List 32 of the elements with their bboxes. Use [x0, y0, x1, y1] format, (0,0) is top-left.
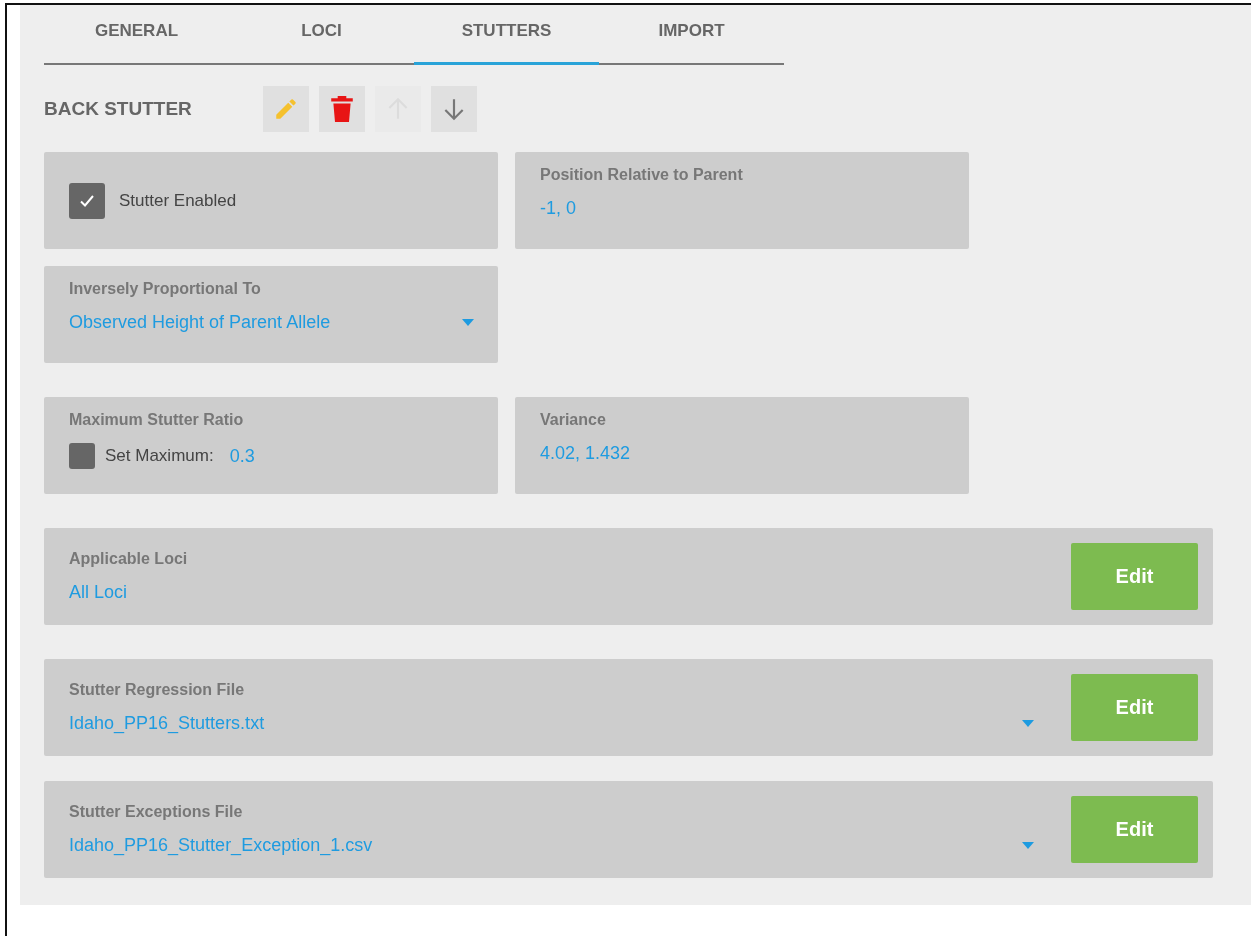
field-value[interactable]: 4.02, 1.432: [540, 443, 944, 464]
field-label: Position Relative to Parent: [540, 166, 744, 184]
tab[interactable]: GENERAL: [44, 5, 229, 65]
field-label: Inversely Proportional To: [69, 280, 262, 298]
tab[interactable]: LOCI: [229, 5, 414, 65]
checkbox[interactable]: [69, 182, 105, 219]
tab[interactable]: STUTTERS: [414, 5, 599, 65]
caret-icon: [1022, 841, 1034, 850]
tab[interactable]: IMPORT: [599, 5, 784, 65]
checkbox-label: Stutter Enabled: [119, 190, 237, 211]
delete-button[interactable]: [319, 85, 365, 132]
field-label: Variance: [540, 411, 607, 429]
edit-button[interactable]: Edit: [1071, 796, 1198, 863]
move-down-button[interactable]: [431, 85, 477, 132]
field-label: Applicable Loci: [69, 550, 188, 568]
caret-icon: [1022, 719, 1034, 728]
edit-button[interactable]: Edit: [1071, 674, 1198, 741]
checkbox[interactable]: [69, 443, 95, 469]
section-title: BACK STUTTER: [44, 97, 193, 120]
edit-button[interactable]: Edit: [1071, 543, 1198, 610]
field-value[interactable]: All Loci: [69, 582, 188, 603]
field-label: Maximum Stutter Ratio: [69, 411, 245, 429]
checkbox-label: Set Maximum:: [105, 446, 214, 466]
field-label: Stutter Regression File: [69, 681, 246, 699]
field-value[interactable]: 0.3: [229, 445, 255, 467]
caret-icon: [462, 318, 474, 327]
field-value[interactable]: -1, 0: [540, 198, 944, 219]
dropdown[interactable]: Observed Height of Parent Allele: [69, 312, 474, 333]
field-label: Stutter Exceptions File: [69, 803, 244, 821]
dropdown[interactable]: Idaho_PP16_Stutter_Exception_1.csv: [69, 835, 1034, 856]
trash-icon: [329, 94, 355, 123]
dropdown[interactable]: Idaho_PP16_Stutters.txt: [69, 713, 1034, 734]
